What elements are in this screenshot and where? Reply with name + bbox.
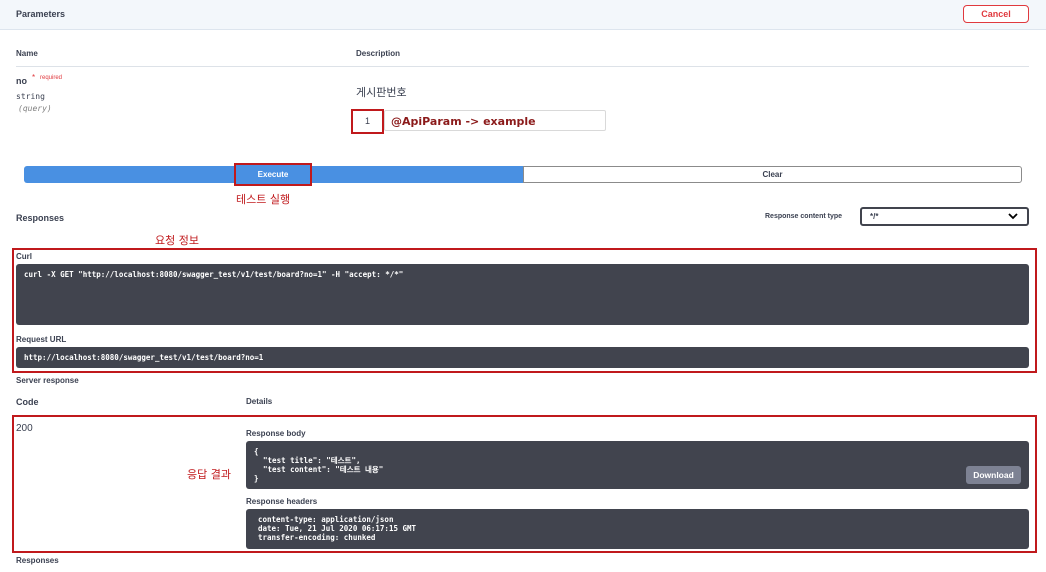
response-headers[interactable]: content-type: application/json date: Tue… xyxy=(246,509,1029,549)
parameters-header xyxy=(0,0,1046,30)
param-type: string xyxy=(16,92,45,101)
param-value-annotation: @ApiParam -> example xyxy=(391,115,536,128)
status-code: 200 xyxy=(16,423,33,434)
download-button[interactable]: Download xyxy=(966,466,1021,484)
param-value-highlight[interactable]: 1 xyxy=(351,109,384,134)
request-url-label: Request URL xyxy=(16,335,67,344)
content-type-label: Response content type xyxy=(765,213,843,220)
responses-title: Responses xyxy=(16,213,65,223)
curl-command[interactable]: curl -X GET "http://localhost:8080/swagg… xyxy=(16,264,1029,325)
curl-label: Curl xyxy=(16,252,32,261)
content-type-select[interactable]: */* xyxy=(860,207,1029,226)
details-column-head: Details xyxy=(246,397,273,406)
description-column-head: Description xyxy=(356,49,401,58)
request-annotation: 요청 정보 xyxy=(155,234,199,247)
clear-button[interactable]: Clear xyxy=(523,166,1022,183)
code-column-head: Code xyxy=(16,397,39,407)
required-star: * xyxy=(32,73,36,82)
response-headers-label: Response headers xyxy=(246,497,318,506)
request-url[interactable]: http://localhost:8080/swagger_test/v1/te… xyxy=(16,347,1029,368)
chevron-down-icon[interactable] xyxy=(1005,208,1021,224)
responses-section-title: Responses xyxy=(16,556,59,565)
param-description: 게시판번호 xyxy=(356,86,407,99)
execute-annotation: 테스트 실행 xyxy=(236,193,291,206)
parameters-title: Parameters xyxy=(16,9,66,19)
required-label: required xyxy=(40,75,63,81)
response-body[interactable]: { "test title": "테스트", "test content": "… xyxy=(246,441,1029,489)
column-divider xyxy=(16,66,1029,67)
param-name: no xyxy=(16,76,27,86)
cancel-button[interactable]: Cancel xyxy=(963,5,1029,23)
name-column-head: Name xyxy=(16,49,38,58)
execute-button[interactable]: Execute xyxy=(234,163,312,186)
server-response-label: Server response xyxy=(16,376,79,385)
response-annotation: 응답 결과 xyxy=(187,468,231,481)
response-body-label: Response body xyxy=(246,429,306,438)
param-location: (query) xyxy=(18,104,52,113)
